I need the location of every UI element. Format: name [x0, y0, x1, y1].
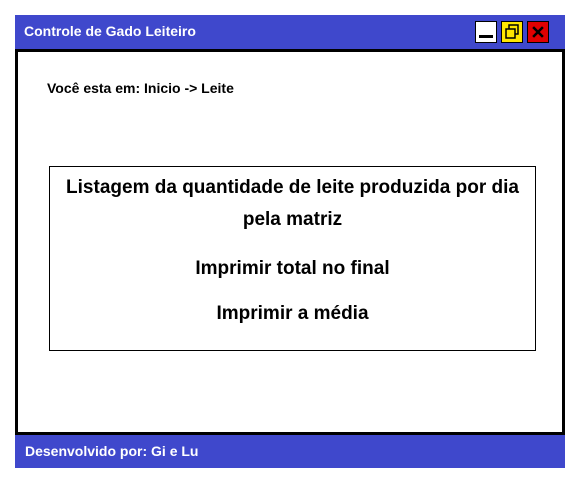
- menu-item-imprimir-total[interactable]: Imprimir total no final: [50, 253, 535, 285]
- close-button[interactable]: [527, 21, 549, 43]
- menu-item-imprimir-media[interactable]: Imprimir a média: [50, 298, 535, 330]
- menu-box: Listagem da quantidade de leite produzid…: [49, 166, 536, 351]
- breadcrumb: Você esta em: Inicio -> Leite: [47, 80, 234, 96]
- app-window: Controle de Gado Leiteiro Você esta em: …: [15, 15, 565, 468]
- footer-credits: Desenvolvido por: Gi e Lu: [25, 443, 199, 459]
- minimize-icon: [479, 35, 493, 38]
- menu-item-listagem[interactable]: Listagem da quantidade de leite produzid…: [50, 172, 535, 236]
- title-bar[interactable]: Controle de Gado Leiteiro: [15, 15, 565, 49]
- minimize-button[interactable]: [475, 21, 497, 43]
- main-content: Você esta em: Inicio -> Leite Listagem d…: [15, 49, 565, 435]
- restore-button[interactable]: [501, 21, 523, 43]
- footer-bar: Desenvolvido por: Gi e Lu: [15, 435, 565, 468]
- restore-icon: [505, 24, 519, 39]
- close-icon: [532, 26, 544, 38]
- window-title: Controle de Gado Leiteiro: [24, 23, 196, 39]
